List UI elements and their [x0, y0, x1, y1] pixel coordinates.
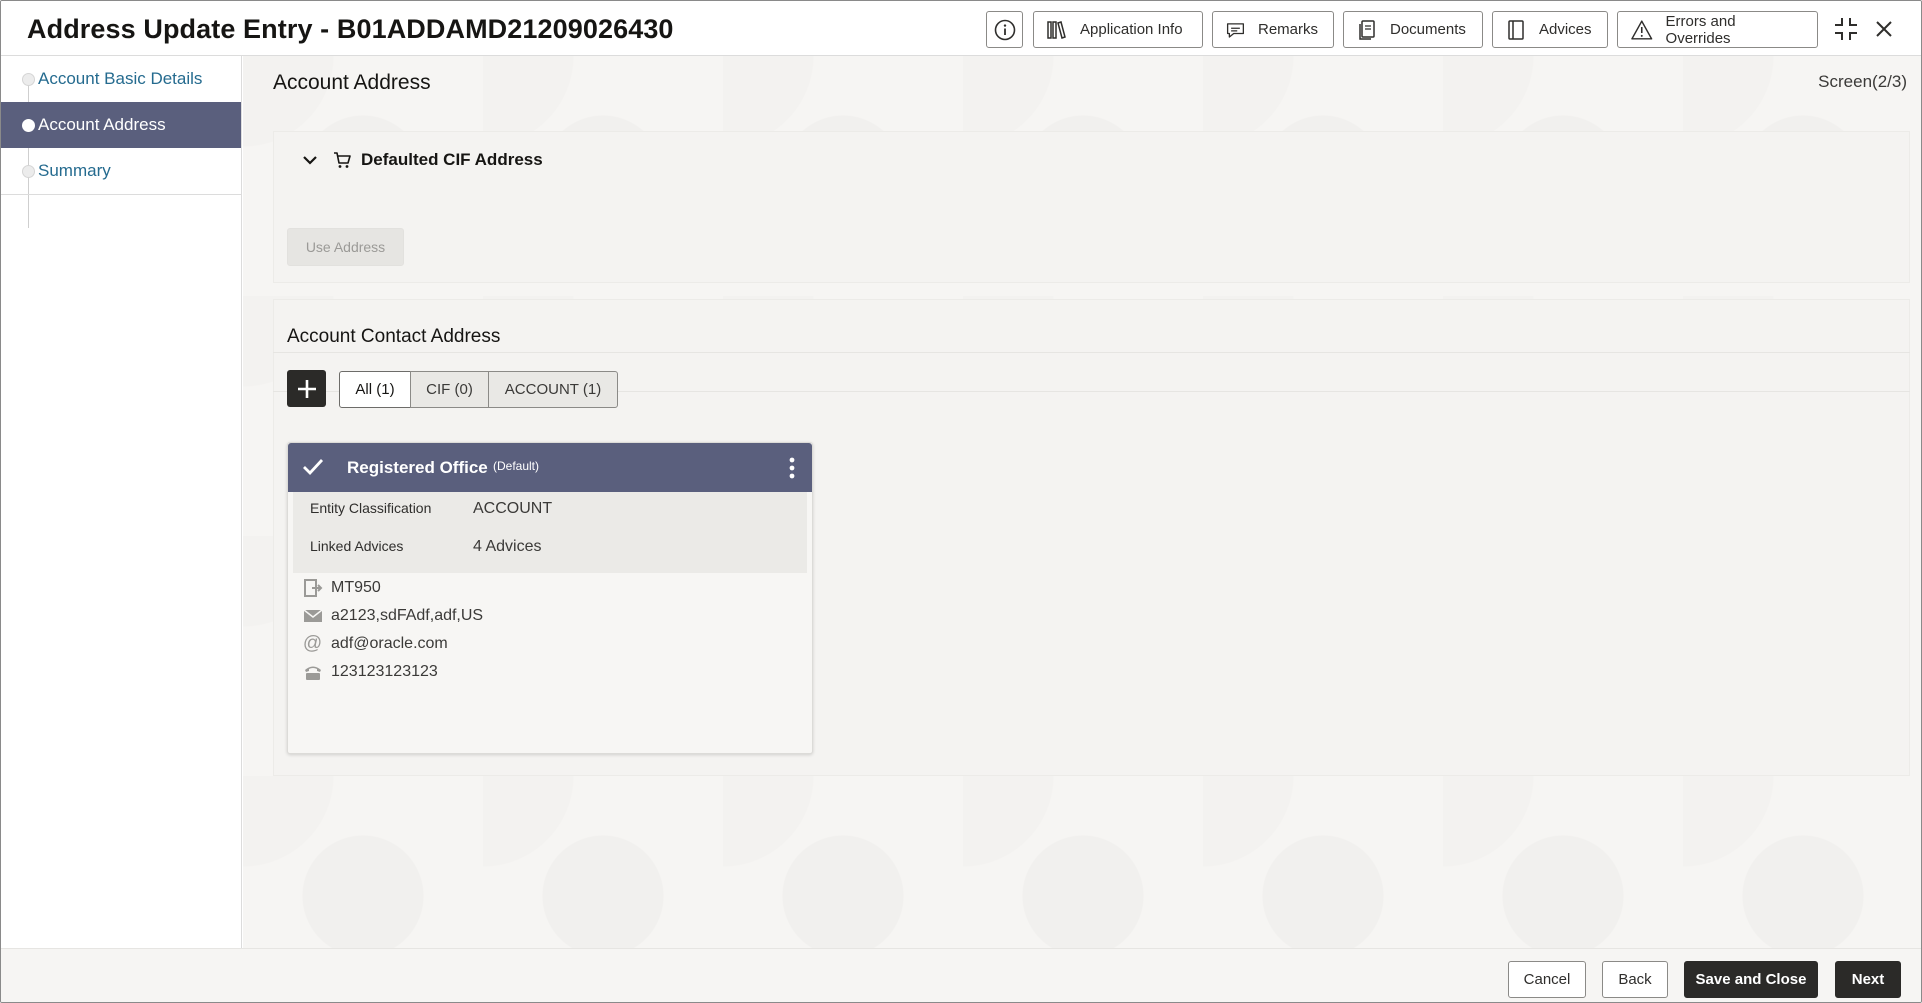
entity-classification-label: Entity Classification [310, 500, 432, 516]
next-button[interactable]: Next [1835, 961, 1901, 998]
sidebar-item-account-address[interactable]: Account Address [1, 102, 241, 148]
address-card[interactable]: Registered Office (Default) Entity Class… [287, 442, 813, 754]
chat-icon [1226, 22, 1245, 38]
at-sign-icon: @ [302, 633, 323, 654]
section-title: Account Address [273, 71, 431, 94]
close-button[interactable] [1869, 14, 1899, 44]
library-icon [1047, 20, 1066, 39]
media-icon [302, 578, 323, 598]
info-icon [994, 19, 1015, 40]
email-value: adf@oracle.com [331, 635, 448, 652]
step-dot [22, 119, 35, 132]
remarks-label: Remarks [1257, 21, 1318, 38]
plus-icon [297, 379, 316, 398]
advices-button[interactable]: Advices [1492, 11, 1608, 48]
more-options-icon[interactable] [788, 456, 796, 480]
footer: Cancel Back Save and Close Next [1, 948, 1921, 1002]
defaulted-cif-title: Defaulted CIF Address [361, 150, 543, 169]
tab-cif[interactable]: CIF (0) [410, 371, 489, 408]
sidebar-item-label: Summary [38, 161, 111, 180]
phone-icon [302, 662, 323, 682]
phone-row: 123123123123 [302, 662, 438, 682]
remarks-button[interactable]: Remarks [1212, 11, 1334, 48]
envelope-icon [302, 606, 323, 626]
entity-classification-value: ACCOUNT [473, 500, 553, 517]
errors-overrides-label: Errors and Overrides [1665, 12, 1736, 47]
main-content: Account Address Screen(2/3) Defaulted CI… [243, 56, 1921, 948]
sidebar-item-label: Account Basic Details [38, 69, 203, 88]
close-icon [1876, 21, 1892, 37]
advices-label: Advices [1539, 21, 1592, 38]
header: Address Update Entry - B01ADDAMD21209026… [1, 1, 1921, 56]
minimize-icon [1835, 18, 1857, 40]
linked-advices-label: Linked Advices [310, 538, 404, 554]
minimize-button[interactable] [1831, 14, 1861, 44]
warning-icon [1631, 19, 1653, 40]
card-header: Registered Office (Default) [288, 443, 812, 492]
cart-icon [334, 152, 351, 168]
app-window: Address Update Entry - B01ADDAMD21209026… [0, 0, 1922, 1003]
info-button[interactable] [986, 11, 1023, 48]
phone-value: 123123123123 [331, 663, 438, 680]
screen-indicator: Screen(2/3) [1818, 72, 1907, 91]
sidebar-item-account-basic-details[interactable]: Account Basic Details [1, 56, 241, 102]
sidebar: Account Basic Details Account Address Su… [1, 56, 242, 948]
sidebar-divider [1, 194, 241, 195]
card-title: Registered Office [347, 458, 488, 477]
step-dot [22, 73, 35, 86]
application-info-button[interactable]: Application Info [1033, 11, 1203, 48]
address-row: a2123,sdFAdf,adf,US [302, 606, 483, 626]
documents-label: Documents [1390, 21, 1466, 38]
linked-advices-value: 4 Advices [473, 538, 542, 555]
book-icon [1508, 19, 1524, 40]
card-details: Entity Classification ACCOUNT Linked Adv… [293, 492, 807, 573]
back-button[interactable]: Back [1602, 961, 1668, 998]
media-row: MT950 [302, 578, 381, 598]
use-address-button[interactable]: Use Address [287, 228, 404, 266]
tab-account[interactable]: ACCOUNT (1) [488, 371, 618, 408]
sidebar-item-label: Account Address [38, 115, 166, 134]
cancel-button[interactable]: Cancel [1508, 961, 1586, 998]
page-title: Address Update Entry - B01ADDAMD21209026… [27, 14, 674, 44]
application-info-label: Application Info [1080, 21, 1183, 38]
check-icon [303, 459, 324, 476]
sidebar-item-summary[interactable]: Summary [1, 148, 241, 194]
document-icon [1359, 19, 1375, 40]
address-value: a2123,sdFAdf,adf,US [331, 607, 484, 624]
add-address-button[interactable] [287, 370, 326, 407]
contact-address-title: Account Contact Address [287, 326, 501, 347]
save-and-close-button[interactable]: Save and Close [1684, 961, 1818, 998]
default-tag: (Default) [493, 459, 540, 473]
documents-button[interactable]: Documents [1343, 11, 1483, 48]
step-dot [22, 165, 35, 178]
media-value: MT950 [331, 579, 381, 596]
chevron-down-icon [303, 156, 317, 165]
tab-all[interactable]: All (1) [339, 371, 411, 408]
defaulted-cif-toggle[interactable]: Defaulted CIF Address [301, 150, 543, 170]
errors-overrides-button[interactable]: Errors and Overrides [1617, 11, 1818, 48]
email-row: @ adf@oracle.com [302, 633, 448, 654]
